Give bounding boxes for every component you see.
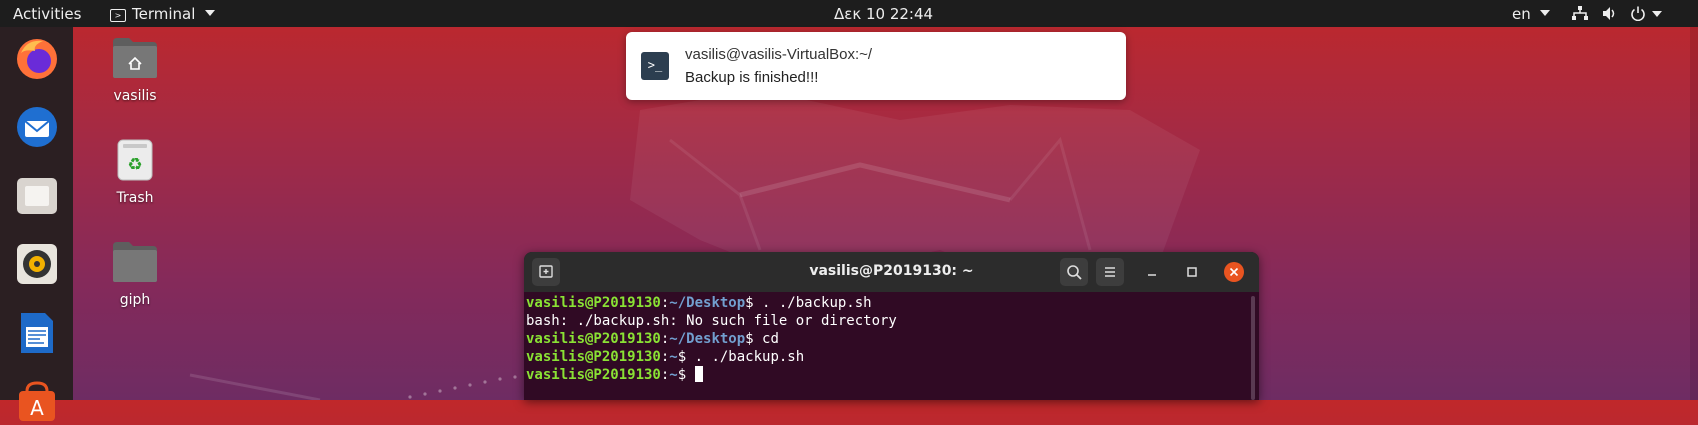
terminal-scrollbar[interactable] <box>1251 296 1255 400</box>
app-menu-label: Terminal <box>132 5 196 23</box>
command-text: $ . ./backup.sh <box>745 295 872 311</box>
trash-icon: ♻ <box>117 139 153 181</box>
top-bar: Activities > Terminal Δεκ 10 22:44 en <box>0 0 1698 27</box>
desktop-icon-trash[interactable]: ♻ Trash <box>85 138 185 206</box>
app-menu[interactable]: > Terminal <box>110 5 216 23</box>
prompt-user: vasilis@P2019130 <box>526 367 661 383</box>
desktop-icon-giph[interactable]: giph <box>85 240 185 308</box>
menu-button[interactable] <box>1096 258 1124 286</box>
rhythmbox-icon[interactable] <box>13 240 61 288</box>
files-icon[interactable] <box>13 172 61 220</box>
activities-button[interactable]: Activities <box>13 5 81 23</box>
terminal-output[interactable]: vasilis@P2019130:~/Desktop$ . ./backup.s… <box>526 294 1251 400</box>
terminal-app-icon: > <box>110 9 126 22</box>
libreoffice-writer-icon[interactable] <box>13 309 61 357</box>
notification-title: vasilis@vasilis-VirtualBox:~/ <box>685 46 873 63</box>
desktop-icon-home[interactable]: vasilis <box>85 36 185 104</box>
svg-text:♻: ♻ <box>127 155 142 175</box>
prompt-user: vasilis@P2019130 <box>526 349 661 365</box>
thunderbird-icon[interactable] <box>13 103 61 151</box>
command-text: $ <box>677 367 695 383</box>
desktop-icon-label: Trash <box>116 190 154 206</box>
notification-banner[interactable]: >_ vasilis@vasilis-VirtualBox:~/ Backup … <box>626 32 1126 100</box>
hamburger-menu-icon <box>1105 267 1115 277</box>
prompt-path: ~ <box>669 349 678 365</box>
clock[interactable]: Δεκ 10 22:44 <box>834 5 933 23</box>
prompt-path: ~/Desktop <box>669 331 746 347</box>
search-button[interactable] <box>1060 258 1088 286</box>
prompt-path: ~/Desktop <box>669 295 746 311</box>
close-icon[interactable] <box>1224 262 1244 282</box>
desktop-icon-label: vasilis <box>113 88 157 104</box>
search-icon <box>1067 265 1082 280</box>
terminal-headerbar[interactable]: vasilis@P2019130: ~ <box>524 252 1259 292</box>
power-icon[interactable] <box>1630 6 1646 21</box>
software-center-icon[interactable]: A <box>13 377 61 425</box>
terminal-line: vasilis@P2019130:~$ . ./backup.sh <box>526 348 1251 366</box>
command-text: $ cd <box>745 331 779 347</box>
prompt-user: vasilis@P2019130 <box>526 331 661 347</box>
chevron-down-icon[interactable] <box>1652 11 1662 17</box>
terminal-window[interactable]: vasilis@P2019130: ~ vasilis@P2019130:~/D… <box>524 252 1259 400</box>
prompt-path: ~ <box>669 367 678 383</box>
text-cursor <box>694 366 703 382</box>
terminal-icon: >_ <box>641 52 669 80</box>
folder-icon <box>113 242 157 282</box>
chevron-down-icon <box>205 10 216 16</box>
terminal-line: vasilis@P2019130:~/Desktop$ cd <box>526 330 1251 348</box>
output-text: bash: ./backup.sh: No such file or direc… <box>526 313 897 329</box>
language-label: en <box>1512 5 1531 23</box>
network-icon[interactable] <box>1572 6 1588 21</box>
home-folder-icon <box>113 38 157 78</box>
terminal-line: vasilis@P2019130:~$ <box>526 366 1251 384</box>
terminal-line: bash: ./backup.sh: No such file or direc… <box>526 312 1251 330</box>
desktop-icon-label: giph <box>119 292 151 308</box>
prompt-user: vasilis@P2019130 <box>526 295 661 311</box>
maximize-icon[interactable] <box>1184 264 1200 280</box>
minimize-icon[interactable] <box>1144 264 1160 280</box>
language-indicator[interactable]: en <box>1512 5 1550 23</box>
dock: A <box>0 27 73 421</box>
volume-icon[interactable] <box>1602 6 1618 21</box>
terminal-line: vasilis@P2019130:~/Desktop$ . ./backup.s… <box>526 294 1251 312</box>
firefox-icon[interactable] <box>13 35 61 83</box>
chevron-down-icon <box>1539 10 1550 16</box>
command-text: $ . ./backup.sh <box>677 349 805 365</box>
notification-body: Backup is finished!!! <box>685 69 819 86</box>
